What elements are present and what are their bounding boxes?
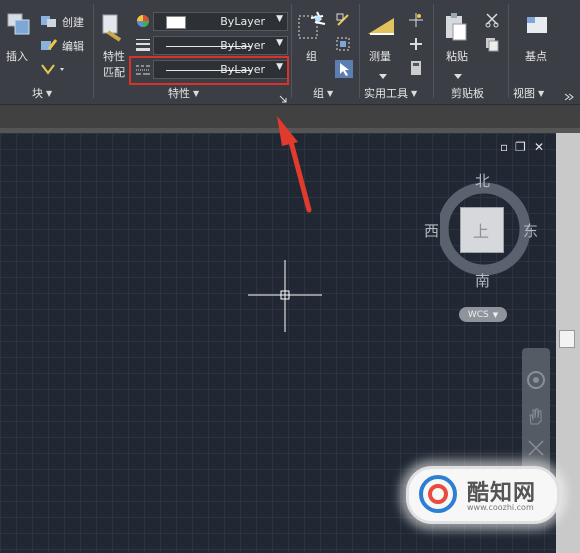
color-combo-value: ByLayer xyxy=(220,15,265,28)
utilities-panel-title-text: 实用工具 xyxy=(364,87,408,100)
compass-south[interactable]: 南 xyxy=(475,270,490,291)
color-swatch xyxy=(166,16,186,29)
color-combo[interactable]: ByLayer ▼ xyxy=(153,12,288,31)
dropdown-arrow-icon: ▼ xyxy=(276,14,283,24)
group-panel-title[interactable]: 组 ▼ xyxy=(313,84,333,102)
view-panel-title-text: 视图 xyxy=(513,87,535,100)
copy-icon[interactable] xyxy=(484,36,500,52)
compass-north[interactable]: 北 xyxy=(475,170,490,191)
lineweight-combo[interactable]: ByLayer ▼ xyxy=(153,36,288,55)
group-icon[interactable] xyxy=(297,10,327,44)
group-label[interactable]: 组 xyxy=(306,48,317,64)
insert-block-icon[interactable] xyxy=(6,10,32,40)
panel-divider xyxy=(508,4,509,98)
edit-label[interactable]: 编辑 xyxy=(62,38,84,54)
panel-divider xyxy=(291,4,292,98)
clipboard-panel-title-text: 剪贴板 xyxy=(451,87,484,100)
clipboard-panel-title[interactable]: 剪贴板 xyxy=(451,84,484,102)
measure-icon[interactable] xyxy=(366,14,396,38)
block-attribute-icon[interactable] xyxy=(40,61,68,77)
scissors-icon[interactable] xyxy=(484,12,500,28)
chevron-right-icon[interactable] xyxy=(563,87,575,101)
quick-select-icon[interactable] xyxy=(408,12,424,28)
group-select-icon[interactable] xyxy=(335,60,353,78)
caret-down-icon[interactable] xyxy=(453,65,463,79)
minimize-viewport-button[interactable]: ▫ xyxy=(500,140,508,154)
group-panel-title-text: 组 xyxy=(313,87,324,100)
paste-icon[interactable] xyxy=(443,12,469,42)
ribbon: 插入 创建 编辑 块 ▼ 特性 匹配 ByLayer ▼ ByLayer ▼ By… xyxy=(0,0,580,105)
edit-block-icon[interactable] xyxy=(40,37,58,53)
watermark-badge: 酷知网 www.coozhi.com xyxy=(406,466,560,524)
lineweight-combo-value: ByLayer xyxy=(220,39,265,52)
match-properties-label-2[interactable]: 匹配 xyxy=(103,64,125,80)
chevron-down-icon: ▼ xyxy=(46,88,53,98)
utilities-panel-title[interactable]: 实用工具 ▼ xyxy=(364,84,417,102)
basepoint-icon[interactable] xyxy=(524,14,550,38)
paste-label[interactable]: 粘贴 xyxy=(446,48,468,64)
create-block-icon[interactable] xyxy=(40,13,58,29)
insert-label[interactable]: 插入 xyxy=(6,48,28,64)
annotation-arrow-icon xyxy=(268,110,318,215)
close-viewport-button[interactable]: ✕ xyxy=(534,140,544,154)
color-wheel-icon xyxy=(135,13,151,29)
match-properties-label-1[interactable]: 特性 xyxy=(103,48,125,64)
scrollbar-thumb[interactable] xyxy=(559,330,575,348)
zoom-extents-icon[interactable] xyxy=(526,438,546,458)
panel-divider xyxy=(93,4,94,98)
highlight-box xyxy=(129,56,289,85)
create-label[interactable]: 创建 xyxy=(62,14,84,30)
chevron-down-icon: ▼ xyxy=(492,310,499,319)
match-properties-icon[interactable] xyxy=(100,12,126,42)
watermark-logo xyxy=(417,475,459,513)
panel-divider xyxy=(359,4,360,98)
restore-viewport-button[interactable]: ❐ xyxy=(515,140,526,154)
steering-wheel-icon[interactable] xyxy=(526,370,546,390)
watermark-url: www.coozhi.com xyxy=(467,503,534,512)
properties-panel-title-text: 特性 xyxy=(168,87,190,100)
group-edit-icon[interactable] xyxy=(335,36,351,52)
view-panel-title[interactable]: 视图 ▼ xyxy=(513,84,544,102)
caret-down-icon[interactable] xyxy=(378,65,388,79)
chevron-down-icon: ▼ xyxy=(411,88,418,98)
block-panel-title[interactable]: 块 ▼ xyxy=(32,84,52,102)
calculator-icon[interactable] xyxy=(408,60,424,76)
crosshair-cursor xyxy=(246,258,324,334)
viewcube-face-label: 上 xyxy=(473,222,490,241)
panel-divider xyxy=(433,4,434,98)
wcs-menu-button[interactable]: WCS ▼ xyxy=(459,307,507,322)
wcs-label: WCS xyxy=(467,309,489,320)
ungroup-icon[interactable] xyxy=(335,12,351,28)
compass-east[interactable]: 东 xyxy=(523,220,538,241)
dialog-launcher-icon[interactable] xyxy=(279,88,287,103)
chevron-down-icon: ▼ xyxy=(193,88,200,98)
block-panel-title-text: 块 xyxy=(32,87,43,100)
chevron-down-icon: ▼ xyxy=(538,88,545,98)
basepoint-label[interactable]: 基点 xyxy=(525,48,547,64)
chevron-down-icon: ▼ xyxy=(327,88,334,98)
lineweight-icon xyxy=(135,37,151,51)
properties-panel-title[interactable]: 特性 ▼ xyxy=(168,84,199,102)
measure-label[interactable]: 测量 xyxy=(369,48,391,64)
compass-west[interactable]: 西 xyxy=(424,220,439,241)
pan-hand-icon[interactable] xyxy=(526,406,546,426)
dropdown-arrow-icon: ▼ xyxy=(276,38,283,48)
point-id-icon[interactable] xyxy=(408,36,424,52)
